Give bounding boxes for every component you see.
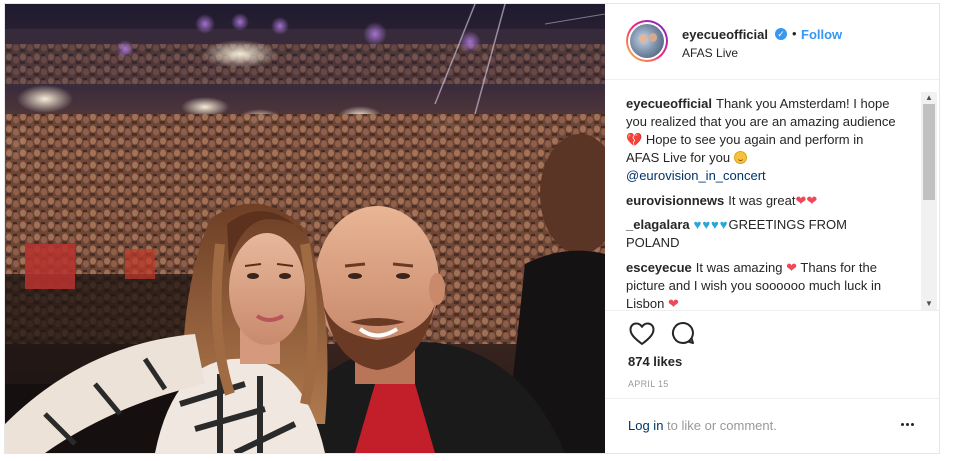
blue-heart-icon: ♥♥♥♥ — [693, 217, 729, 232]
likes-count[interactable]: 874 likes — [628, 354, 682, 369]
scroll-up-arrow-icon[interactable]: ▲ — [921, 92, 937, 104]
verified-badge-icon: ✓ — [775, 28, 787, 40]
red-heart-icon: ❤❤ — [795, 193, 818, 208]
post-side-panel: eyecueofficial ✓ • Follow AFAS Live eyec… — [605, 4, 939, 453]
separator-dot: • — [792, 26, 797, 41]
location-link[interactable]: AFAS Live — [682, 46, 738, 60]
comment-user[interactable]: eurovisionnews — [626, 193, 724, 208]
comment: eurovisionnews It was great❤❤ — [626, 192, 898, 210]
selfie-on-stage-photo — [5, 4, 605, 453]
scroll-down-arrow-icon[interactable]: ▼ — [921, 298, 937, 310]
smiley-icon — [733, 151, 747, 164]
login-prompt-text: to like or comment. — [667, 418, 777, 433]
avatar-image — [630, 24, 664, 58]
caption-comment: eyecueofficial Thank you Amsterdam! I hop… — [626, 95, 898, 185]
comment: esceyecue It was amazing ❤ Thans for the … — [626, 259, 898, 310]
red-heart-icon: ❤ — [667, 296, 679, 310]
red-heart-icon: ❤ — [786, 260, 798, 275]
post-date[interactable]: APRIL 15 — [628, 379, 669, 389]
comment-user[interactable]: eyecueofficial — [626, 96, 712, 111]
comment-user[interactable]: _elagalara — [626, 217, 690, 232]
post-header: eyecueofficial ✓ • Follow AFAS Live — [605, 4, 939, 80]
comment-user[interactable]: esceyecue — [626, 260, 692, 275]
comments-list[interactable]: eyecueofficial Thank you Amsterdam! I hop… — [605, 92, 939, 310]
username-link[interactable]: eyecueofficial — [682, 27, 768, 42]
actions-divider — [605, 310, 939, 311]
comments-scrollbar[interactable]: ▲ ▼ — [921, 92, 937, 310]
avatar[interactable] — [626, 20, 668, 62]
scrollbar-thumb[interactable] — [923, 104, 935, 200]
comment-bubble-icon[interactable] — [671, 321, 695, 345]
broken-heart-icon: 💔 — [626, 132, 643, 147]
instagram-post: eyecueofficial ✓ • Follow AFAS Live eyec… — [4, 3, 940, 454]
more-options-icon[interactable] — [901, 423, 915, 427]
post-footer: Log in to like or comment. — [605, 398, 939, 453]
like-heart-icon[interactable] — [629, 322, 655, 346]
comment-text: It was amazing — [695, 260, 783, 275]
post-photo[interactable] — [5, 4, 605, 453]
mention-link[interactable]: @eurovision_in_concert — [626, 168, 766, 183]
follow-button[interactable]: Follow — [801, 27, 842, 42]
comment-text: It was great — [728, 193, 796, 208]
login-link[interactable]: Log in — [628, 418, 663, 433]
comment: _elagalara ♥♥♥♥GREETINGS FROM POLAND — [626, 216, 898, 252]
login-prompt: Log in to like or comment. — [628, 418, 777, 433]
